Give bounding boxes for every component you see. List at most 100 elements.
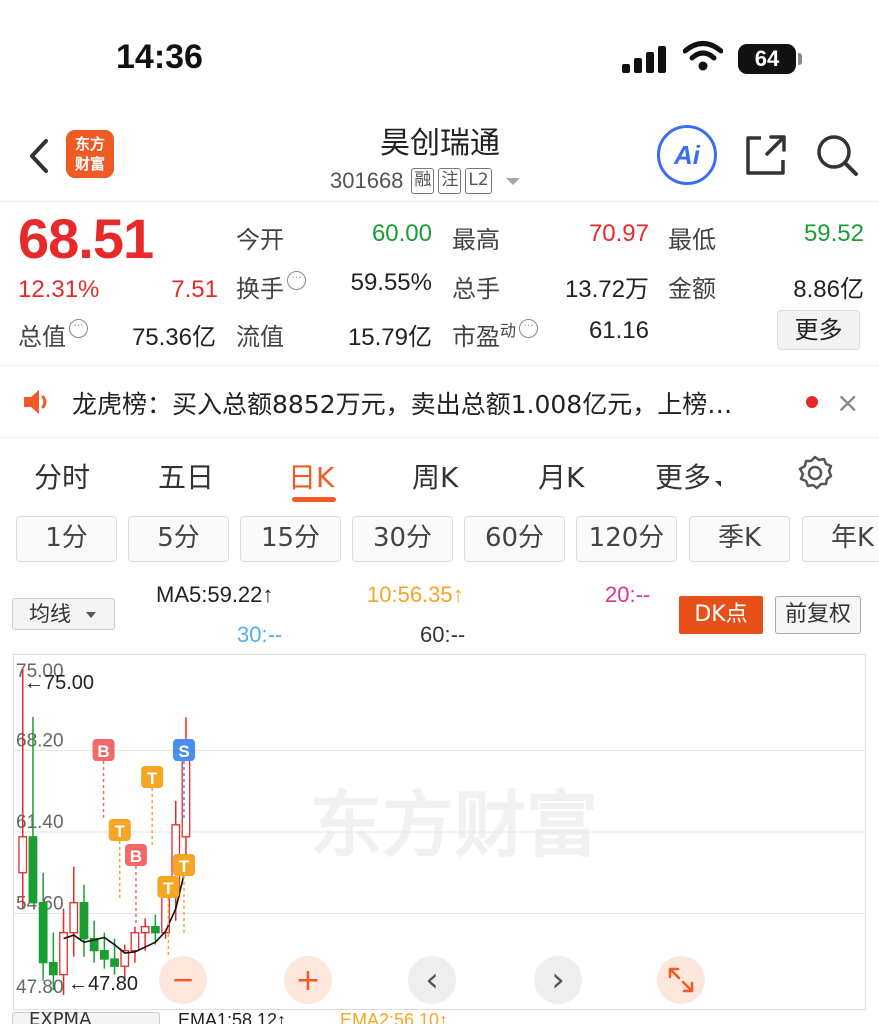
float-cap-label: 流值 [236, 323, 284, 351]
stock-code-row[interactable]: 301668 融 注 L2 [330, 166, 520, 196]
sub-indicator-row: EXPMA EMA1:58.12↑ EMA2:56.10↑ [0, 1010, 879, 1024]
search-icon[interactable] [814, 132, 860, 178]
kline-chart-svg[interactable]: 东方财富 75.0068.2061.4054.6047.80 BTBTTTS ←… [14, 655, 866, 1010]
gear-icon[interactable] [796, 454, 834, 492]
period-1min[interactable]: 1分 [16, 516, 117, 562]
zoom-in-button[interactable]: + [284, 956, 332, 1004]
ma5-value: MA5:59.22↑ [156, 582, 274, 607]
more-quote-button[interactable]: 更多 [777, 310, 860, 350]
ai-assistant-button[interactable]: Ai [657, 125, 717, 185]
status-bar: 14:36 64 [0, 0, 879, 110]
registration-tag: 注 [438, 168, 462, 194]
tab-monthly-k[interactable]: 月K [538, 456, 584, 496]
amount-label: 金额 [668, 275, 716, 303]
back-icon[interactable] [24, 138, 54, 174]
signal-label: T [147, 769, 158, 788]
turnover-label[interactable]: 换手 ··· [236, 269, 306, 304]
period-year[interactable]: 年K [802, 516, 879, 562]
status-time: 14:36 [116, 38, 203, 76]
high-price-marker: ←75.00 [24, 672, 94, 694]
active-tab-underline [292, 497, 336, 502]
candle-body [48, 961, 58, 976]
info-icon[interactable]: ··· [287, 271, 306, 290]
ma-select[interactable]: 均线 [12, 598, 115, 630]
signal-marker-buy: B [124, 844, 147, 925]
forward-adjust-button[interactable]: 前复权 [775, 596, 861, 634]
next-button[interactable]: › [534, 956, 582, 1004]
kline-chart[interactable]: 东方财富 75.0068.2061.4054.6047.80 BTBTTTS ←… [13, 654, 866, 1010]
volume-label: 总手 [452, 275, 500, 303]
turnover-label-text: 换手 [236, 275, 284, 303]
period-quarter[interactable]: 季K [689, 516, 790, 562]
period-5min[interactable]: 5分 [128, 516, 229, 562]
candle-body [99, 950, 109, 960]
sub-indicator-select[interactable]: EXPMA [12, 1011, 160, 1024]
battery-indicator: 64 [738, 44, 796, 74]
quote-panel: 68.51 12.31% 7.51 今开 60.00 最高 70.97 最低 5… [0, 202, 879, 366]
stock-name: 昊创瑞通 [380, 126, 500, 161]
battery-cap [798, 53, 802, 65]
ma-indicator-row: 均线 MA5:59.22↑ 10:56.35↑ 20:-- 30:-- 60:-… [0, 578, 879, 654]
tab-more[interactable]: 更多 [655, 456, 722, 496]
tab-intraday[interactable]: 分时 [34, 456, 90, 496]
candle-body [150, 926, 160, 934]
period-selector: 1分 5分 15分 30分 60分 120分 季K 年K [0, 516, 879, 564]
change-amount: 7.51 [171, 276, 218, 303]
candle-body [130, 932, 140, 952]
ma20-value: 20:-- [605, 582, 651, 607]
speaker-icon [24, 390, 47, 414]
signal-marker-buy: B [92, 739, 115, 820]
info-icon[interactable]: ··· [69, 319, 88, 338]
market-cap-label[interactable]: 总值 ··· [18, 317, 88, 352]
float-cap-value: 15.79亿 [347, 324, 432, 351]
chevron-down-icon[interactable] [86, 612, 96, 618]
turnover-value: 59.55% [350, 269, 432, 296]
news-text[interactable]: 龙虎榜：买入总额8852万元，卖出总额1.008亿元，上榜… [72, 385, 782, 421]
pe-label-text: 市盈 [452, 323, 500, 351]
candle-body [140, 926, 150, 934]
high-label: 最高 [452, 226, 500, 254]
last-price: 68.51 [18, 207, 154, 270]
period-15min[interactable]: 15分 [240, 516, 341, 562]
tab-daily-k[interactable]: 日K [288, 456, 334, 496]
chart-tabs: 分时 五日 日K 周K 月K 更多 [0, 440, 879, 510]
fullscreen-button[interactable] [657, 956, 705, 1004]
signal-label: T [115, 822, 126, 841]
signal-label: B [97, 742, 109, 761]
candle [89, 920, 99, 963]
period-120min[interactable]: 120分 [576, 516, 677, 562]
signal-label: T [163, 879, 174, 898]
amount-value: 8.86亿 [793, 276, 864, 303]
candle [38, 872, 48, 981]
chevron-down-icon[interactable] [505, 177, 520, 185]
signal-marker-t: T [141, 766, 164, 847]
candle [130, 926, 140, 963]
share-icon[interactable] [743, 132, 789, 178]
previous-button[interactable]: ‹ [408, 956, 456, 1004]
change-percent: 12.31% [18, 276, 100, 303]
candle [69, 866, 79, 957]
info-icon[interactable]: ··· [519, 319, 539, 338]
market-cap-value: 75.36亿 [131, 324, 216, 351]
dk-signal-button[interactable]: DK点 [679, 596, 763, 634]
candle-body [59, 932, 68, 976]
unread-dot [806, 396, 818, 408]
pe-label[interactable]: 市盈动 ··· [452, 317, 539, 352]
tab-weekly-k[interactable]: 周K [412, 456, 458, 496]
period-30min[interactable]: 30分 [352, 516, 453, 562]
tab-five-day[interactable]: 五日 [158, 456, 214, 496]
ema2-value: EMA2:56.10↑ [340, 1010, 449, 1024]
zoom-out-button[interactable]: − [159, 956, 207, 1004]
margin-tag: 融 [411, 168, 435, 194]
period-60min[interactable]: 60分 [464, 516, 565, 562]
close-icon[interactable]: × [836, 386, 859, 419]
candle-body [79, 902, 89, 940]
level2-tag: L2 [465, 168, 492, 194]
zoom-out-label: − [171, 963, 194, 996]
corner-caret-icon [715, 481, 722, 487]
news-ticker[interactable]: 龙虎榜：买入总额8852万元，卖出总额1.008亿元，上榜… × [0, 366, 879, 438]
low-price-marker: ←47.80 [68, 973, 138, 995]
candle [79, 884, 89, 957]
wifi-icon [683, 41, 723, 71]
ma60-value: 60:-- [420, 622, 466, 647]
